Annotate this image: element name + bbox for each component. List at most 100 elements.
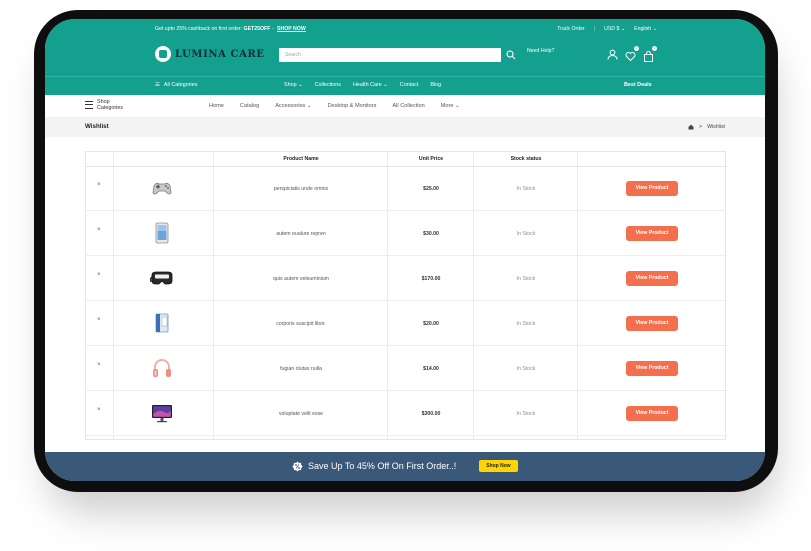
wishlist-count-badge: 0 xyxy=(634,46,639,51)
nav-item-health-care[interactable]: Health Care ⌄ xyxy=(353,82,388,88)
table-row: × voluptate velit esse $300.00 In Stock … xyxy=(86,391,727,436)
monitor-icon[interactable] xyxy=(150,401,174,425)
shop-now-button[interactable]: Shop Now xyxy=(479,460,518,472)
search-icon[interactable] xyxy=(506,50,516,60)
cart-button[interactable]: 0 xyxy=(643,46,657,62)
column-header-stock-status: Stock status xyxy=(510,156,542,162)
subnav-home[interactable]: Home xyxy=(209,103,224,109)
view-product-button[interactable]: View Product xyxy=(626,406,678,421)
cart-count-badge: 0 xyxy=(652,46,657,51)
stock-status: In Stock xyxy=(516,186,536,192)
chevron-down-icon: ⌄ xyxy=(383,82,388,88)
remove-item-button[interactable]: × xyxy=(97,272,101,278)
wishlist-button[interactable]: 0 xyxy=(625,46,639,62)
promo-shop-now-link[interactable]: SHOP NOW xyxy=(277,26,306,32)
headphones-icon[interactable] xyxy=(150,356,174,380)
chevron-down-icon: ⌄ xyxy=(306,103,312,109)
top-links: Track Order | USD $ ⌄ English ⌄ xyxy=(557,26,657,32)
header-actions: 0 0 xyxy=(607,46,657,62)
footer-promo: Save Up To 45% Off On First Order..! Sho… xyxy=(292,460,518,472)
language-select[interactable]: English ⌄ xyxy=(634,26,657,32)
currency-select[interactable]: USD $ ⌄ xyxy=(604,26,625,32)
remove-item-button[interactable]: × xyxy=(97,227,101,233)
bag-icon xyxy=(644,51,653,62)
table-header: Product Name Unit Price Stock status xyxy=(86,152,727,167)
promo-code: GET25OFF xyxy=(243,26,271,32)
user-icon[interactable] xyxy=(607,49,618,60)
discount-badge-icon xyxy=(292,461,303,471)
page-title: Wishlist xyxy=(85,123,109,130)
speaker-box-icon[interactable] xyxy=(150,311,174,335)
product-name[interactable]: perspiciatis unde omnis xyxy=(214,186,388,192)
product-name[interactable]: autem eualure repren xyxy=(214,231,388,237)
stock-status: In Stock xyxy=(516,321,536,327)
footer-promo-text: Save Up To 45% Off On First Order..! xyxy=(308,461,457,471)
shop-categories-toggle[interactable]: Shop Categories xyxy=(85,99,123,111)
view-product-button[interactable]: View Product xyxy=(626,316,678,331)
breadcrumb-separator: > xyxy=(699,124,703,130)
nav-item-contact[interactable]: Contact xyxy=(400,82,419,88)
remove-item-button[interactable]: × xyxy=(97,182,101,188)
unit-price: $300.00 xyxy=(421,411,441,417)
view-product-button[interactable]: View Product xyxy=(626,181,678,196)
brand-logo[interactable]: LUMINA CARE xyxy=(155,46,265,62)
footer-promo-bar: Save Up To 45% Off On First Order..! Sho… xyxy=(45,452,765,481)
product-name[interactable]: fugian olutas nulla xyxy=(214,366,388,372)
breadcrumb: Wishlist > Wishlist xyxy=(45,117,765,137)
remove-item-button[interactable]: × xyxy=(97,317,101,323)
best-deals-link[interactable]: Best Deals xyxy=(624,82,652,88)
secondary-nav: Shop Categories Home Catalog Accessories… xyxy=(45,95,765,117)
search-input[interactable]: Search xyxy=(279,48,501,62)
unit-price: $14.00 xyxy=(423,366,439,372)
chevron-down-icon: ⌄ xyxy=(298,82,303,88)
product-name[interactable]: quis autem veleuminium xyxy=(214,276,388,282)
divider: | xyxy=(593,26,596,32)
vr-headset-icon[interactable] xyxy=(150,266,174,290)
promo-text: Get upto 25% cashback on first order: xyxy=(155,26,243,32)
chevron-down-icon: ⌄ xyxy=(652,26,657,32)
top-header: Get upto 25% cashback on first order: GE… xyxy=(45,19,765,95)
home-icon[interactable] xyxy=(688,124,694,130)
subnav-desktop-monitors[interactable]: Desktop & Monitors xyxy=(328,103,377,109)
table-row: × fugian olutas nulla $14.00 In Stock Vi… xyxy=(86,346,727,391)
all-categories-dropdown[interactable]: ☰ All Categories xyxy=(155,82,197,88)
table-row: × autem eualure repren $30.00 In Stock V… xyxy=(86,211,727,256)
subnav-more[interactable]: More ⌄ xyxy=(441,103,460,109)
view-product-button[interactable]: View Product xyxy=(626,271,678,286)
nav-item-collections[interactable]: Collections xyxy=(315,82,341,88)
gamepad-icon[interactable] xyxy=(150,176,174,200)
subnav-catalog[interactable]: Catalog xyxy=(240,103,259,109)
all-categories-label: All Categories xyxy=(163,82,198,88)
product-name[interactable]: voluptate velit esse xyxy=(214,411,388,417)
hamburger-icon xyxy=(85,101,93,109)
heart-icon xyxy=(625,52,636,62)
table-row: × corporis suscipit libor. $20.00 In Sto… xyxy=(86,301,727,346)
brand-name: LUMINA CARE xyxy=(175,48,265,60)
promo-bar: Get upto 25% cashback on first order: GE… xyxy=(155,26,306,32)
product-name[interactable]: corporis suscipit libor. xyxy=(214,321,388,327)
view-product-button[interactable]: View Product xyxy=(626,226,678,241)
shop-categories-label: Shop Categories xyxy=(97,99,124,111)
remove-item-button[interactable]: × xyxy=(97,362,101,368)
subnav-accessories[interactable]: Accessories ⌄ xyxy=(275,103,311,109)
tablet-icon[interactable] xyxy=(150,221,174,245)
need-help-link[interactable]: Need Help? xyxy=(527,48,554,54)
secondary-nav-links: Home Catalog Accessories ⌄ Desktop & Mon… xyxy=(209,103,460,109)
nav-item-blog[interactable]: Blog xyxy=(430,82,441,88)
unit-price: $30.00 xyxy=(423,231,439,237)
nav-links: Shop ⌄ Collections Health Care ⌄ Contact… xyxy=(284,82,441,88)
column-header-unit-price: Unit Price xyxy=(418,156,444,162)
nav-item-shop[interactable]: Shop ⌄ xyxy=(284,82,303,88)
unit-price: $20.00 xyxy=(423,321,439,327)
unit-price: $170.00 xyxy=(421,276,441,282)
remove-item-button[interactable]: × xyxy=(97,407,101,413)
promo-dash: - xyxy=(271,26,274,32)
chevron-down-icon: ⌄ xyxy=(455,103,460,109)
track-order-link[interactable]: Track Order xyxy=(557,26,584,32)
stock-status: In Stock xyxy=(516,276,536,282)
stock-status: In Stock xyxy=(516,411,536,417)
subnav-all-collection[interactable]: All Collection xyxy=(392,103,424,109)
view-product-button[interactable]: View Product xyxy=(626,361,678,376)
breadcrumb-trail: > Wishlist xyxy=(688,124,725,130)
column-header-product-name: Product Name xyxy=(283,156,319,162)
